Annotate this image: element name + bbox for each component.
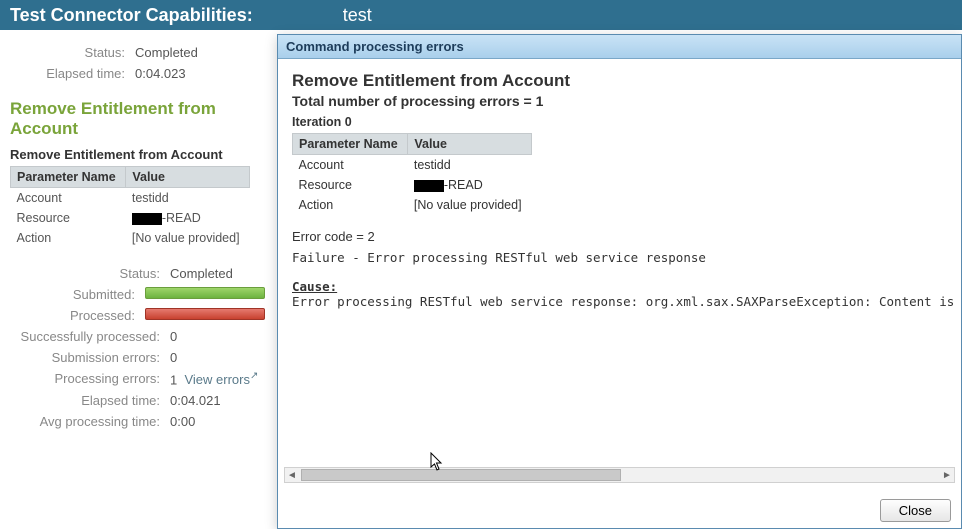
success-label: Successfully processed: xyxy=(10,329,170,344)
failure-message: Failure - Error processing RESTful web s… xyxy=(292,250,947,265)
dialog-h3: Iteration 0 xyxy=(292,115,947,129)
view-errors-link[interactable]: View errors↗ xyxy=(184,372,258,387)
submitted-label: Submitted: xyxy=(10,287,145,302)
header-subject: test xyxy=(343,5,372,26)
cause-label: Cause: xyxy=(292,279,947,294)
table-row: Action [No value provided] xyxy=(11,228,250,248)
table-row: Resource -READ xyxy=(11,208,250,228)
header-title: Test Connector Capabilities: xyxy=(10,5,253,26)
avg-value: 0:00 xyxy=(170,414,195,429)
stats-elapsed-value: 0:04.021 xyxy=(170,393,221,408)
param-table: Parameter Name Value Account testidd Res… xyxy=(10,166,250,248)
dialog-param-table: Parameter Name Value Account testidd Res… xyxy=(292,133,532,215)
dialog-h1: Remove Entitlement from Account xyxy=(292,71,947,91)
app-header: Test Connector Capabilities: test xyxy=(0,0,962,30)
errors-dialog: Command processing errors Remove Entitle… xyxy=(277,34,962,529)
processed-label: Processed: xyxy=(10,308,145,323)
col-param: Parameter Name xyxy=(11,167,126,188)
scroll-thumb[interactable] xyxy=(301,469,621,481)
error-code: Error code = 2 xyxy=(292,229,947,244)
table-row: Resource -READ xyxy=(293,175,532,195)
status-label: Status: xyxy=(10,45,135,60)
table-row: Account testidd xyxy=(293,155,532,176)
subsection-title: Remove Entitlement from Account xyxy=(10,147,265,162)
status-value: Completed xyxy=(135,45,198,60)
left-panel: Status: Completed Elapsed time: 0:04.023… xyxy=(0,30,275,435)
procerr-label: Processing errors: xyxy=(10,371,170,387)
cause-text: Error processing RESTful web service res… xyxy=(292,294,947,309)
table-row: Action [No value provided] xyxy=(293,195,532,215)
suberr-value: 0 xyxy=(170,350,177,365)
processed-bar xyxy=(145,308,265,320)
redacted-block xyxy=(414,180,444,192)
horizontal-scrollbar[interactable]: ◄ ► xyxy=(284,467,955,483)
scroll-right-icon[interactable]: ► xyxy=(940,470,954,481)
stats-status-label: Status: xyxy=(10,266,170,281)
submitted-bar xyxy=(145,287,265,299)
redacted-block xyxy=(132,213,162,225)
dialog-title: Command processing errors xyxy=(278,35,961,59)
close-button[interactable]: Close xyxy=(880,499,951,522)
section-title: Remove Entitlement from Account xyxy=(10,99,265,139)
avg-label: Avg processing time: xyxy=(10,414,170,429)
dialog-h2: Total number of processing errors = 1 xyxy=(292,93,947,109)
elapsed-value: 0:04.023 xyxy=(135,66,186,81)
stats-status-value: Completed xyxy=(170,266,233,281)
procerr-value: 1 xyxy=(170,372,177,387)
table-row: Account testidd xyxy=(11,188,250,209)
suberr-label: Submission errors: xyxy=(10,350,170,365)
col-value: Value xyxy=(126,167,250,188)
elapsed-label: Elapsed time: xyxy=(10,66,135,81)
scroll-left-icon[interactable]: ◄ xyxy=(285,470,299,481)
success-value: 0 xyxy=(170,329,177,344)
stats-elapsed-label: Elapsed time: xyxy=(10,393,170,408)
